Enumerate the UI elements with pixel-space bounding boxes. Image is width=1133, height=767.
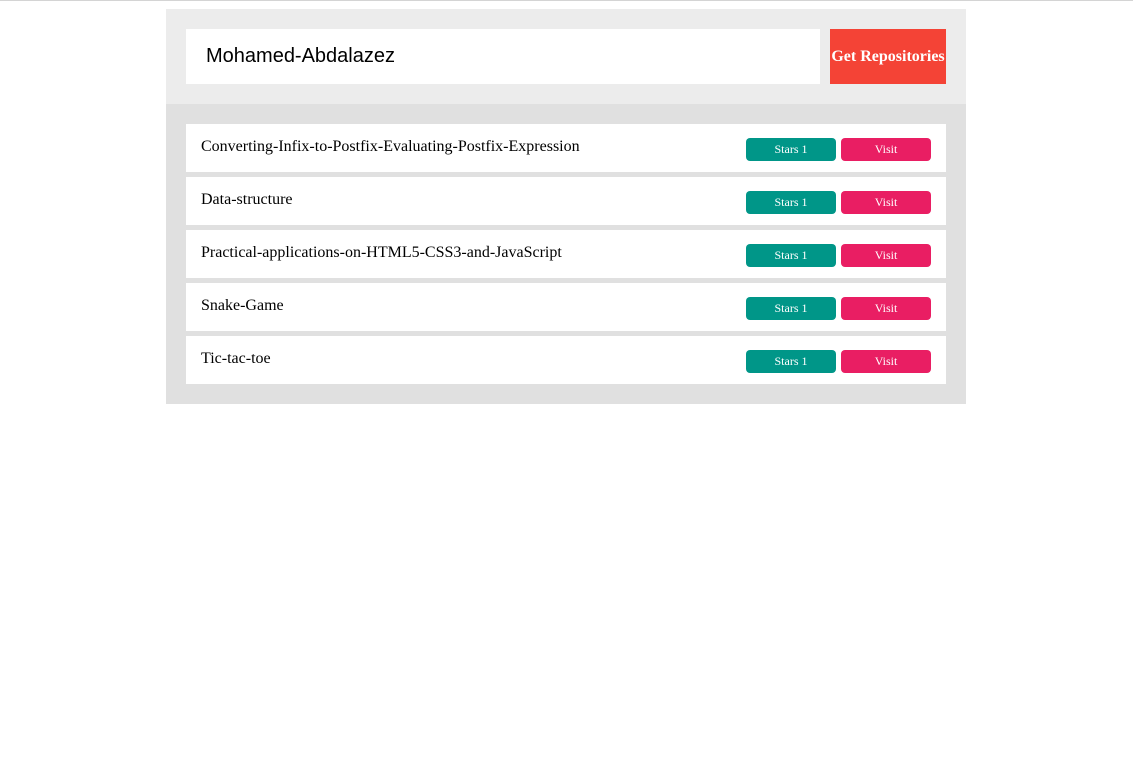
- repository-item: Tic-tac-toe Stars 1 Visit: [186, 336, 946, 384]
- repository-name: Snake-Game: [201, 297, 284, 314]
- stars-label: Stars: [774, 195, 799, 209]
- app-container: Get Repositories Converting-Infix-to-Pos…: [166, 9, 966, 404]
- stars-badge: Stars 1: [746, 244, 836, 267]
- stars-count: 1: [801, 354, 808, 368]
- stars-label: Stars: [774, 354, 799, 368]
- repository-name: Practical-applications-on-HTML5-CSS3-and…: [201, 244, 562, 261]
- stars-badge: Stars 1: [746, 191, 836, 214]
- repository-name: Data-structure: [201, 191, 293, 208]
- username-input[interactable]: [186, 29, 820, 84]
- search-bar: Get Repositories: [166, 9, 966, 104]
- stars-badge: Stars 1: [746, 350, 836, 373]
- repository-item: Data-structure Stars 1 Visit: [186, 177, 946, 225]
- repository-item: Practical-applications-on-HTML5-CSS3-and…: [186, 230, 946, 278]
- top-divider: [0, 0, 1133, 1]
- repository-list: Converting-Infix-to-Postfix-Evaluating-P…: [166, 104, 966, 404]
- stars-badge: Stars 1: [746, 138, 836, 161]
- visit-button[interactable]: Visit: [841, 191, 931, 214]
- repository-name: Tic-tac-toe: [201, 350, 271, 367]
- stars-count: 1: [801, 248, 808, 262]
- repository-item: Snake-Game Stars 1 Visit: [186, 283, 946, 331]
- stars-badge: Stars 1: [746, 297, 836, 320]
- stars-count: 1: [801, 301, 808, 315]
- visit-button[interactable]: Visit: [841, 297, 931, 320]
- stars-label: Stars: [774, 248, 799, 262]
- stars-label: Stars: [774, 301, 799, 315]
- stars-count: 1: [801, 195, 808, 209]
- repository-name: Converting-Infix-to-Postfix-Evaluating-P…: [201, 138, 580, 155]
- repository-item: Converting-Infix-to-Postfix-Evaluating-P…: [186, 124, 946, 172]
- get-repositories-button[interactable]: Get Repositories: [830, 29, 946, 84]
- visit-button[interactable]: Visit: [841, 138, 931, 161]
- stars-label: Stars: [774, 142, 799, 156]
- visit-button[interactable]: Visit: [841, 350, 931, 373]
- visit-button[interactable]: Visit: [841, 244, 931, 267]
- stars-count: 1: [801, 142, 808, 156]
